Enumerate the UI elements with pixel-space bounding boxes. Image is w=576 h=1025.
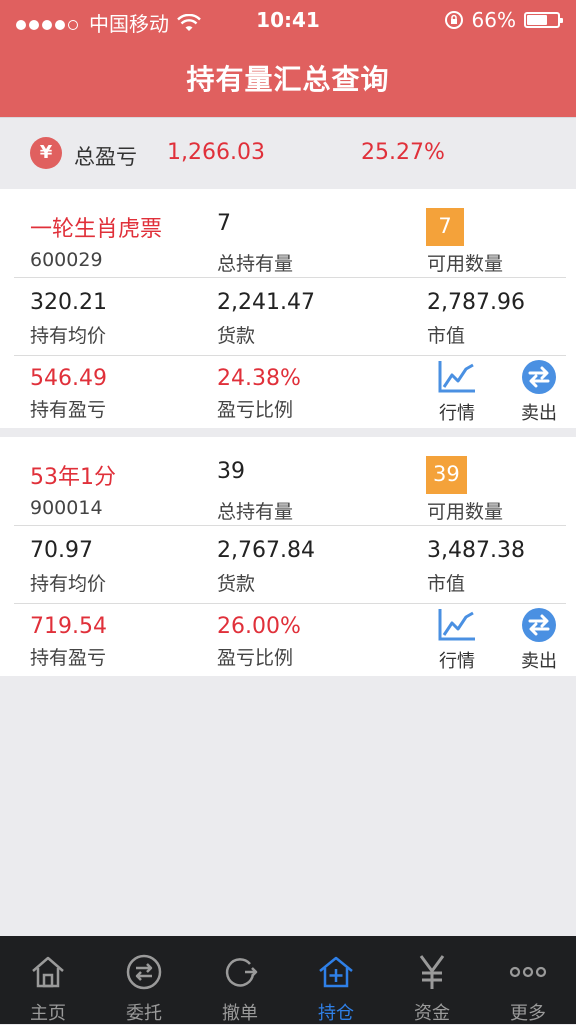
quote-button[interactable]: 行情 <box>432 607 482 673</box>
tab-label: 主页 <box>30 1003 66 1024</box>
payment-label: 货款 <box>217 573 256 595</box>
available-label: 可用数量 <box>427 253 504 275</box>
avg-price-label: 持有均价 <box>30 325 107 347</box>
tab-label: 持仓 <box>318 1003 354 1024</box>
market-value: 3,487.38 <box>427 538 525 563</box>
more-icon <box>509 966 547 978</box>
status-bar: 中国移动 10:41 66% <box>0 0 576 40</box>
market-value-label: 市值 <box>427 573 466 595</box>
sell-label: 卖出 <box>521 651 557 672</box>
holding-pl-label: 持有盈亏 <box>30 647 107 669</box>
holding-pl-label: 持有盈亏 <box>30 399 107 421</box>
yen-icon <box>419 955 445 989</box>
swap-icon <box>522 360 556 394</box>
available-badge: 39 <box>426 456 467 494</box>
tab-cancel[interactable]: 撤单 <box>192 936 288 1024</box>
divider <box>14 277 566 278</box>
tab-entrust[interactable]: 委托 <box>96 936 192 1024</box>
market-value-label: 市值 <box>427 325 466 347</box>
pl-ratio-label: 盈亏比例 <box>217 647 294 669</box>
divider <box>14 355 566 356</box>
total-holding-value: 39 <box>217 459 245 484</box>
tab-more[interactable]: 更多 <box>480 936 576 1024</box>
avg-price-label: 持有均价 <box>30 573 107 595</box>
pl-ratio-label: 盈亏比例 <box>217 399 294 421</box>
quote-label: 行情 <box>439 651 475 672</box>
tab-label: 更多 <box>510 1003 546 1024</box>
holding-code: 600029 <box>30 249 103 271</box>
holding-icon <box>319 956 353 988</box>
payment-label: 货款 <box>217 325 256 347</box>
sell-label: 卖出 <box>521 403 557 424</box>
available-badge: 7 <box>426 208 464 246</box>
tab-label: 资金 <box>414 1003 450 1024</box>
total-pl-label: 总盈亏 <box>74 145 137 169</box>
payment-value: 2,767.84 <box>217 538 315 563</box>
header-bar: 中国移动 10:41 66% 持有量汇总查询 <box>0 0 576 117</box>
tab-bar: 主页 委托 撤单 持仓 资金 更多 <box>0 936 576 1024</box>
exchange-icon <box>126 954 162 990</box>
battery-icon <box>524 12 563 28</box>
quote-label: 行情 <box>439 403 475 424</box>
tab-label: 委托 <box>126 1003 162 1024</box>
avg-price-value: 320.21 <box>30 290 107 315</box>
holding-name: 一轮生肖虎票 <box>30 217 163 242</box>
total-holding-value: 7 <box>217 211 231 236</box>
holding-pl-value: 546.49 <box>30 366 107 391</box>
battery-percent: 66% <box>471 8 516 32</box>
tab-funds[interactable]: 资金 <box>384 936 480 1024</box>
page-title: 持有量汇总查询 <box>186 63 390 96</box>
payment-value: 2,241.47 <box>217 290 315 315</box>
tab-home[interactable]: 主页 <box>0 936 96 1024</box>
divider <box>14 525 566 526</box>
holding-name: 53年1分 <box>30 465 116 490</box>
total-holding-label: 总持有量 <box>217 501 294 523</box>
undo-icon <box>225 958 258 987</box>
chart-icon <box>438 361 475 393</box>
tab-label: 撤单 <box>222 1003 258 1024</box>
total-pl-value: 1,266.03 <box>167 140 265 165</box>
yen-icon: ¥ <box>30 137 62 169</box>
tab-holding[interactable]: 持仓 <box>288 936 384 1024</box>
available-label: 可用数量 <box>427 501 504 523</box>
avg-price-value: 70.97 <box>30 538 93 563</box>
sell-button[interactable]: 卖出 <box>514 607 564 673</box>
swap-icon <box>522 608 556 642</box>
holding-card: 53年1分 900014 39 总持有量 39 可用数量 70.97 持有均价 … <box>0 437 576 676</box>
chart-icon <box>438 609 475 641</box>
home-icon <box>32 956 64 988</box>
quote-button[interactable]: 行情 <box>432 359 482 425</box>
total-pl-ratio: 25.27% <box>361 140 445 165</box>
holding-pl-value: 719.54 <box>30 614 107 639</box>
orientation-lock-icon <box>444 11 463 29</box>
total-summary: ¥ 总盈亏 1,266.03 25.27% <box>0 117 576 189</box>
pl-ratio-value: 24.38% <box>217 366 301 391</box>
pl-ratio-value: 26.00% <box>217 614 301 639</box>
holding-card: 一轮生肖虎票 600029 7 总持有量 7 可用数量 320.21 持有均价 … <box>0 189 576 428</box>
total-holding-label: 总持有量 <box>217 253 294 275</box>
sell-button[interactable]: 卖出 <box>514 359 564 425</box>
divider <box>14 603 566 604</box>
market-value: 2,787.96 <box>427 290 525 315</box>
holding-code: 900014 <box>30 497 103 519</box>
